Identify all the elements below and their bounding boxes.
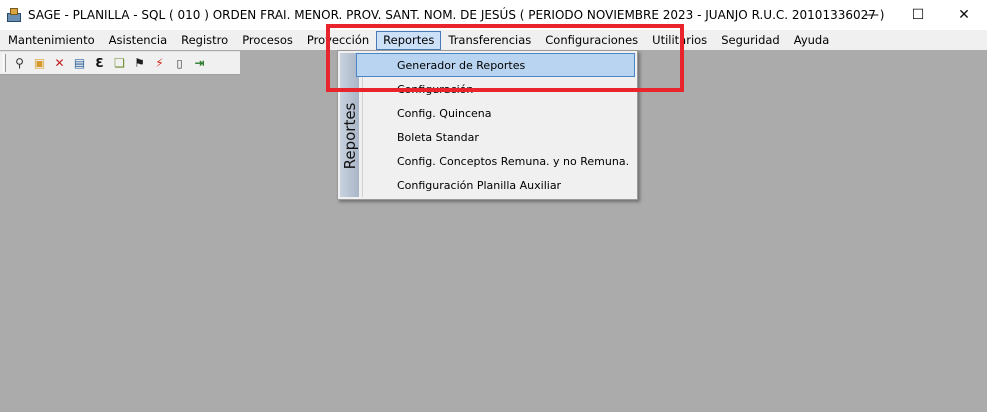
title-bar: SAGE - PLANILLA - SQL ( 010 ) ORDEN FRAI… bbox=[0, 0, 987, 30]
menu-ayuda[interactable]: Ayuda bbox=[787, 31, 837, 50]
menu-item-configuracion[interactable]: Configuración bbox=[356, 77, 635, 101]
package-icon[interactable]: ▣ bbox=[30, 53, 49, 73]
maximize-button[interactable]: ☐ bbox=[895, 0, 941, 30]
menu-procesos[interactable]: Procesos bbox=[235, 31, 300, 50]
menu-bar: Mantenimiento Asistencia Registro Proces… bbox=[0, 30, 987, 50]
menu-item-configuracion-planilla-auxiliar[interactable]: Configuración Planilla Auxiliar bbox=[356, 173, 635, 197]
reportes-dropdown-menu: Reportes Generador de Reportes Configura… bbox=[337, 50, 638, 200]
lightning-icon[interactable]: ⚡ bbox=[150, 53, 169, 73]
menu-seguridad[interactable]: Seguridad bbox=[714, 31, 787, 50]
menu-configuraciones[interactable]: Configuraciones bbox=[538, 31, 645, 50]
x-mark-icon[interactable]: ✕ bbox=[50, 53, 69, 73]
window-title: SAGE - PLANILLA - SQL ( 010 ) ORDEN FRAI… bbox=[28, 8, 885, 22]
toolbar-grip[interactable] bbox=[3, 54, 6, 72]
running-man-icon[interactable]: ⚑ bbox=[130, 53, 149, 73]
menu-item-config-conceptos[interactable]: Config. Conceptos Remuna. y no Remuna. bbox=[356, 149, 635, 173]
menu-asistencia[interactable]: Asistencia bbox=[102, 31, 174, 50]
menu-mantenimiento[interactable]: Mantenimiento bbox=[1, 31, 102, 50]
menu-item-generador-de-reportes[interactable]: Generador de Reportes bbox=[356, 53, 635, 77]
book-icon[interactable]: ❏ bbox=[110, 53, 129, 73]
table-icon[interactable]: ▤ bbox=[70, 53, 89, 73]
menu-registro[interactable]: Registro bbox=[174, 31, 235, 50]
menu-utilitarios[interactable]: Utilitarios bbox=[645, 31, 714, 50]
menu-reportes[interactable]: Reportes bbox=[376, 30, 442, 50]
toolbar: ⚲ ▣ ✕ ▤ Ɛ ❏ ⚑ ⚡ ▯ ⇥ bbox=[0, 51, 240, 75]
exit-door-icon[interactable]: ⇥ bbox=[190, 53, 209, 73]
menu-item-config-quincena[interactable]: Config. Quincena bbox=[356, 101, 635, 125]
app-icon[interactable] bbox=[6, 7, 22, 23]
menu-item-boleta-standar[interactable]: Boleta Standar bbox=[356, 125, 635, 149]
menu-transferencias[interactable]: Transferencias bbox=[441, 31, 538, 50]
menu-proyeccion[interactable]: Proyección bbox=[300, 31, 376, 50]
document-icon[interactable]: ▯ bbox=[170, 53, 189, 73]
dropdown-list: Generador de Reportes Configuración Conf… bbox=[356, 53, 635, 197]
window-controls: — ☐ ✕ bbox=[849, 0, 987, 30]
close-button[interactable]: ✕ bbox=[941, 0, 987, 30]
minimize-button[interactable]: — bbox=[849, 0, 895, 30]
e-letter-icon[interactable]: Ɛ bbox=[90, 53, 109, 73]
search-person-icon[interactable]: ⚲ bbox=[10, 53, 29, 73]
